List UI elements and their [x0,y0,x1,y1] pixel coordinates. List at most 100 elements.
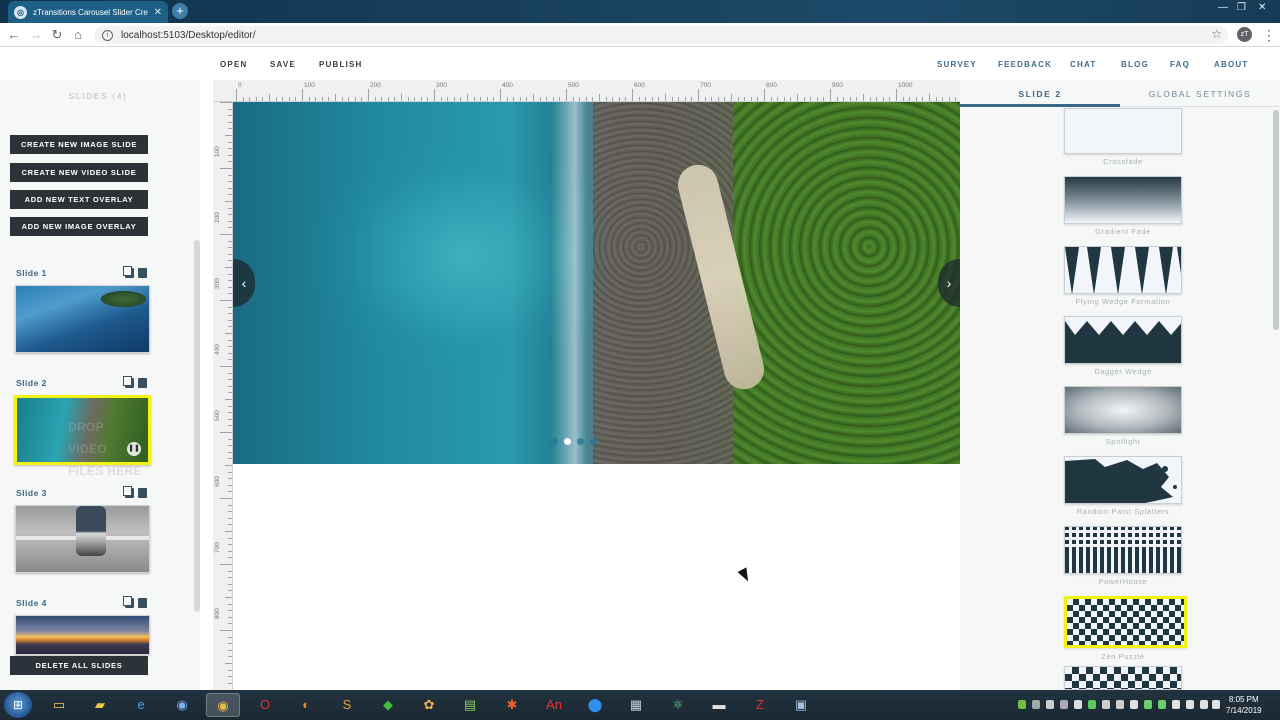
tray-app-icon[interactable] [1032,700,1040,709]
internet-explorer-icon[interactable]: e [124,693,158,717]
reload-icon[interactable]: ↻ [49,27,65,43]
app-orange-icon[interactable]: ✱ [495,693,529,717]
new-tab-button[interactable]: + [172,3,188,19]
pagination-dot[interactable] [590,438,597,445]
sublime-icon[interactable]: S [330,693,364,717]
add-image-overlay-button[interactable]: ADD NEW IMAGE OVERLAY [10,217,148,236]
ruler-tick [228,273,232,275]
slide-preview-canvas[interactable]: ‹ › [233,102,960,464]
flag-icon[interactable] [1172,700,1180,709]
publish-menu[interactable]: PUBLISH [319,60,363,69]
browser-menu-icon[interactable]: ⋮ [1262,27,1276,44]
screenshot-icon[interactable]: ▣ [784,693,818,717]
create-image-slide-button[interactable]: CREATE NEW IMAGE SLIDE [10,135,148,154]
firefox-icon[interactable]: ◐ [289,693,323,717]
transition-dagger-wedge[interactable] [1064,316,1182,364]
sidebar-scrollbar[interactable] [194,240,200,612]
filezilla-icon[interactable]: Z [743,693,777,717]
slide-4-thumbnail[interactable] [15,615,150,655]
ruler-tick [354,97,356,101]
tray-app-icon[interactable] [1130,700,1138,709]
atom-icon[interactable]: ⚛ [661,693,695,717]
transition-next-item[interactable] [1064,666,1182,690]
transition-crossfade[interactable] [1064,108,1182,154]
carousel-prev-button[interactable]: ‹ [233,259,255,307]
add-text-overlay-button[interactable]: ADD NEW TEXT OVERLAY [10,190,148,209]
save-menu[interactable]: SAVE [270,60,296,69]
duplicate-icon[interactable] [123,376,134,388]
tray-app-icon[interactable] [1158,700,1166,709]
chrome-canary-icon[interactable]: ◉ [165,693,199,717]
pagination-dot-active[interactable] [564,438,571,445]
tray-app-icon[interactable] [1074,700,1082,709]
tray-app-icon[interactable] [1018,700,1026,709]
transition-zen-puzzle[interactable] [1064,596,1187,648]
transition-random-paint-splatters[interactable] [1064,456,1182,504]
file-explorer-icon[interactable]: ▭ [42,693,76,717]
folder-icon[interactable]: ▰ [83,693,117,717]
tab-global-settings[interactable]: GLOBAL SETTINGS [1120,89,1280,99]
pagination-dot[interactable] [551,438,558,445]
maps-icon[interactable]: ⬤ [578,693,612,717]
survey-link[interactable]: SURVEY [937,60,977,69]
trash-icon[interactable] [138,268,147,278]
blog-link[interactable]: BLOG [1121,60,1149,69]
slide-1-thumbnail[interactable] [15,285,150,353]
duplicate-icon[interactable] [123,266,134,278]
open-menu[interactable]: OPEN [220,60,247,69]
tray-app-icon[interactable] [1088,700,1096,709]
browser-tab[interactable]: ◎ zTransitions Carousel Slider Crea ✕ [8,1,168,23]
ruler-tick [579,97,581,101]
tab-slide-2[interactable]: SLIDE 2 [960,89,1120,99]
create-video-slide-button[interactable]: CREATE NEW VIDEO SLIDE [10,163,148,182]
transition-powerhouse[interactable] [1064,526,1182,574]
animate-icon[interactable]: An [537,693,571,717]
forward-icon[interactable]: → [28,27,44,43]
transition-spotlight[interactable] [1064,386,1182,434]
network-icon[interactable] [1212,700,1220,709]
profile-avatar[interactable]: zT [1237,27,1252,42]
bookmark-star-icon[interactable]: ☆ [1211,27,1222,41]
terminal-icon[interactable]: ▬ [702,693,736,717]
info-icon[interactable]: i [102,29,113,41]
minimize-icon[interactable]: — [1218,2,1228,13]
back-icon[interactable]: ← [6,27,22,43]
notepad-icon[interactable]: ▤ [453,693,487,717]
faq-link[interactable]: FAQ [1170,60,1190,69]
start-button[interactable]: ⊞ [4,692,32,718]
tray-app-icon[interactable] [1046,700,1054,709]
tray-app-icon[interactable] [1060,700,1068,709]
trash-icon[interactable] [138,378,147,388]
ruler-tick [228,115,232,117]
pagination-dot[interactable] [577,438,584,445]
tray-app-icon[interactable] [1144,700,1152,709]
maximize-icon[interactable]: ❐ [1237,2,1246,13]
battery-icon[interactable] [1186,700,1194,709]
duplicate-icon[interactable] [123,486,134,498]
home-icon[interactable]: ⌂ [70,27,86,43]
chrome-icon[interactable]: ◉ [206,693,240,717]
close-window-icon[interactable]: ✕ [1258,2,1266,13]
duplicate-icon[interactable] [123,596,134,608]
opera-icon[interactable]: O [248,693,282,717]
app-green-icon[interactable]: ◆ [371,693,405,717]
system-clock[interactable]: 8:05 PM 7/14/2019 [1226,694,1262,716]
right-panel-scrollbar[interactable] [1273,110,1279,330]
url-input[interactable]: i localhost:5103/Desktop/editor/ ☆ [94,26,1228,44]
calculator-icon[interactable]: ▦ [619,693,653,717]
trash-icon[interactable] [138,488,147,498]
slide-3-thumbnail[interactable] [15,505,150,573]
paint-icon[interactable]: ✿ [412,693,446,717]
about-link[interactable]: ABOUT [1214,60,1248,69]
transition-flying-wedge[interactable] [1064,246,1182,294]
ruler-tick [447,97,449,101]
transition-gradient-fade[interactable] [1064,176,1182,224]
tab-close-icon[interactable]: ✕ [154,7,162,18]
volume-icon[interactable] [1200,700,1208,709]
chat-link[interactable]: CHAT [1070,60,1096,69]
tray-app-icon[interactable] [1102,700,1110,709]
tray-app-icon[interactable] [1116,700,1124,709]
trash-icon[interactable] [138,598,147,608]
delete-all-slides-button[interactable]: DELETE ALL SLIDES [10,656,148,675]
feedback-link[interactable]: FEEDBACK [998,60,1052,69]
